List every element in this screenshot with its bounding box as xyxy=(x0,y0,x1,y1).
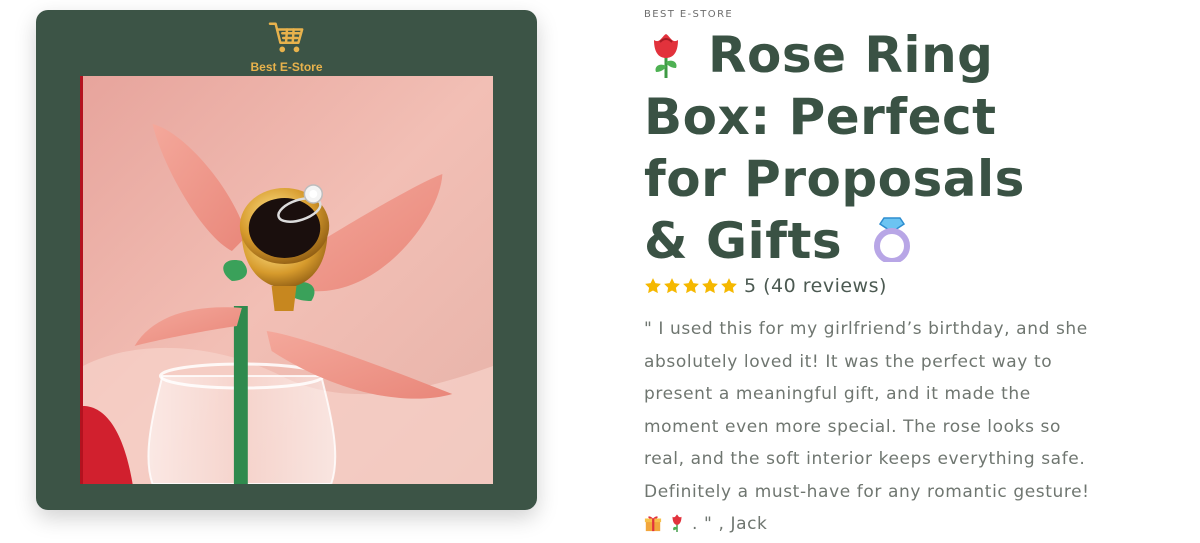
product-title: Rose Ring Box: Perfect for Proposals & G… xyxy=(644,24,1084,272)
star-icon xyxy=(721,278,737,294)
gift-emoji-icon xyxy=(644,516,662,532)
store-eyebrow: BEST E-STORE xyxy=(644,9,734,20)
star-icon xyxy=(702,278,718,294)
product-image[interactable] xyxy=(80,76,493,484)
review-author: . " , Jack xyxy=(692,514,768,534)
rose-emoji-icon xyxy=(672,514,682,532)
rating-row[interactable]: 5 (40 reviews) xyxy=(644,274,887,298)
store-brand[interactable]: Best E-Store xyxy=(36,20,537,74)
rating-text: 5 (40 reviews) xyxy=(744,275,887,297)
star-icon xyxy=(664,278,680,294)
brand-name: Best E-Store xyxy=(250,60,323,74)
star-icon xyxy=(683,278,699,294)
star-icon xyxy=(645,278,661,294)
product-media-card: Best E-Store xyxy=(36,10,537,510)
rose-ring-box-illustration xyxy=(83,76,493,484)
product-title-text: Rose Ring Box: Perfect for Proposals & G… xyxy=(644,26,1025,270)
rose-emoji-icon xyxy=(654,34,678,78)
ring-emoji-icon xyxy=(874,217,911,264)
shopping-cart-icon xyxy=(268,22,303,53)
star-rating xyxy=(644,277,738,295)
review-text: " I used this for my girlfriend’s birthd… xyxy=(644,319,1090,502)
customer-review: " I used this for my girlfriend’s birthd… xyxy=(644,313,1094,541)
